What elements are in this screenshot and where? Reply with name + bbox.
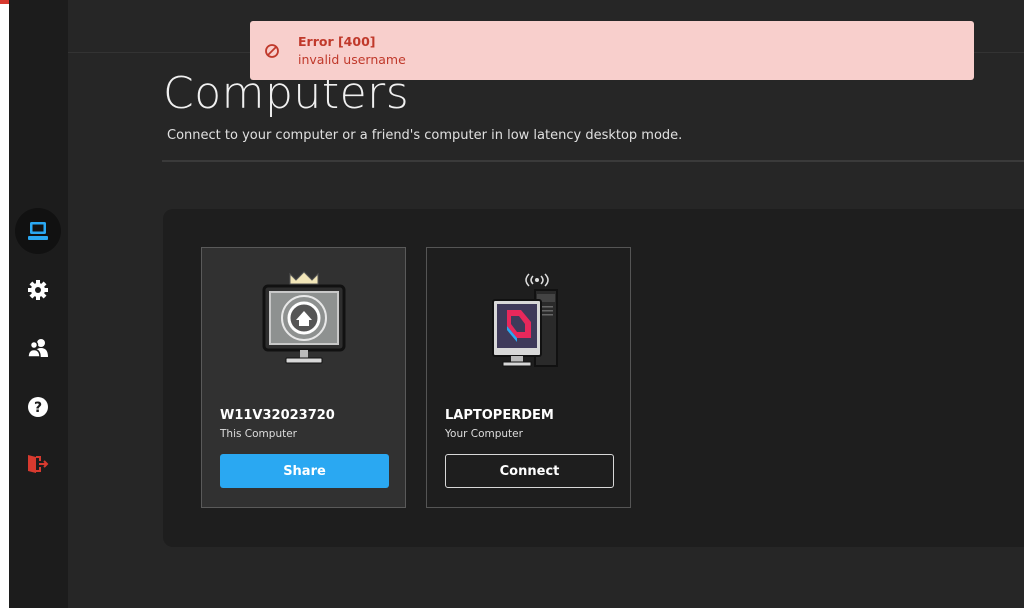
computer-card-this[interactable]: W11V32023720 This Computer Share (201, 247, 406, 508)
computer-subtitle: This Computer (220, 428, 297, 440)
error-message: invalid username (298, 52, 406, 67)
sidebar-item-computers[interactable] (15, 208, 61, 254)
computer-icon (28, 222, 48, 240)
sidebar-item-friends[interactable] (15, 325, 61, 371)
connect-button[interactable]: Connect (445, 454, 614, 488)
gear-icon (28, 280, 48, 300)
help-icon: ? (28, 397, 48, 417)
computer-name: LAPTOPERDEM (445, 408, 554, 423)
users-icon (27, 339, 48, 358)
share-button[interactable]: Share (220, 454, 389, 488)
error-title: Error [400] (298, 34, 376, 49)
parsec-desktop-icon (491, 273, 558, 367)
svg-text:?: ? (34, 400, 42, 416)
sidebar: ? (9, 0, 68, 608)
logout-icon (28, 455, 49, 473)
computer-card-laptoperdem[interactable]: LAPTOPERDEM Your Computer Connect (426, 247, 631, 508)
home-monitor-icon (262, 271, 345, 364)
sidebar-item-help[interactable]: ? (15, 384, 61, 430)
sidebar-item-logout[interactable] (15, 441, 61, 487)
page-subtitle: Connect to your computer or a friend's c… (167, 128, 683, 143)
computer-name: W11V32023720 (220, 408, 335, 423)
computer-subtitle: Your Computer (445, 428, 523, 440)
section-divider (162, 160, 1024, 162)
window-edge (0, 0, 9, 608)
sidebar-item-settings[interactable] (15, 267, 61, 313)
error-toast[interactable]: Error [400] invalid username (250, 21, 974, 80)
prohibited-icon (265, 44, 279, 58)
